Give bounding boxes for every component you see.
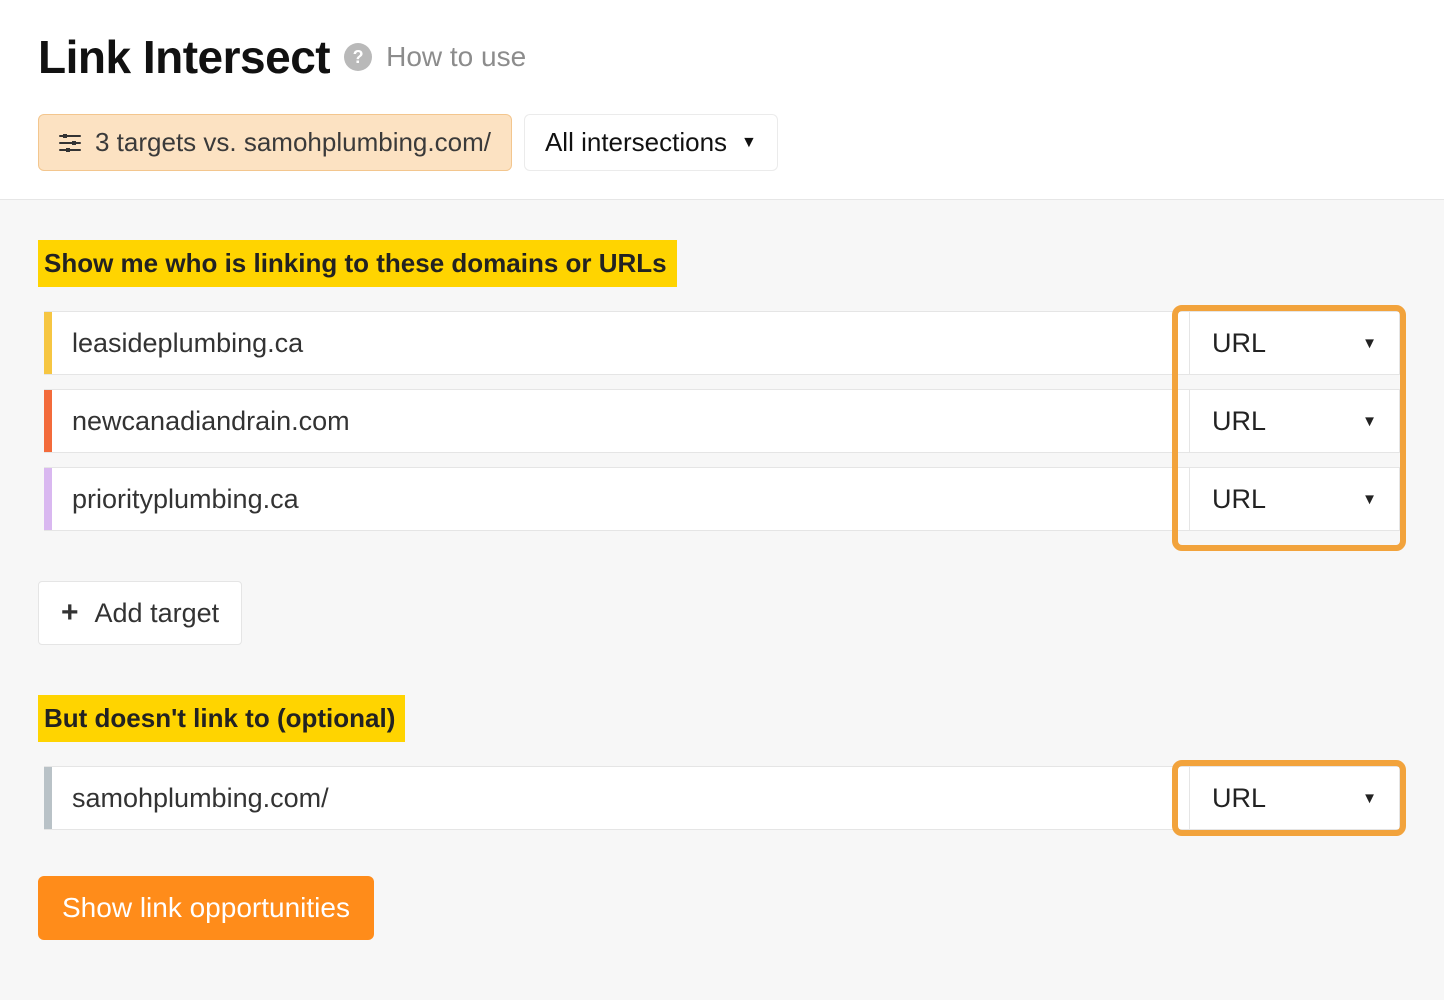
how-to-use-link[interactable]: How to use	[386, 41, 526, 73]
mode-dropdown[interactable]: URL ▼	[1189, 390, 1399, 452]
row-color-indicator	[44, 767, 52, 829]
row-color-indicator	[44, 312, 52, 374]
chevron-down-icon: ▼	[1362, 790, 1377, 807]
targets-chip-label: 3 targets vs. samohplumbing.com/	[95, 127, 491, 158]
mode-dropdown[interactable]: URL ▼	[1189, 767, 1399, 829]
page-title: Link Intersect	[38, 30, 330, 84]
chevron-down-icon: ▼	[1362, 413, 1377, 430]
chevron-down-icon: ▼	[1362, 335, 1377, 352]
targets-chip[interactable]: 3 targets vs. samohplumbing.com/	[38, 114, 512, 171]
chevron-down-icon: ▼	[1362, 491, 1377, 508]
plus-icon: +	[61, 596, 79, 630]
exclude-row: URL ▼	[44, 766, 1400, 830]
add-target-button[interactable]: + Add target	[38, 581, 242, 645]
target-row: URL ▼	[44, 311, 1400, 375]
row-color-indicator	[44, 468, 52, 530]
show-link-opportunities-button[interactable]: Show link opportunities	[38, 876, 374, 940]
target-row: URL ▼	[44, 467, 1400, 531]
mode-label: URL	[1212, 406, 1266, 437]
target-row: URL ▼	[44, 389, 1400, 453]
mode-dropdown[interactable]: URL ▼	[1189, 312, 1399, 374]
targets-list: URL ▼ URL ▼ URL ▼	[38, 305, 1406, 551]
target-input[interactable]	[52, 312, 1189, 374]
mode-dropdown[interactable]: URL ▼	[1189, 468, 1399, 530]
section-linking-label: Show me who is linking to these domains …	[38, 240, 677, 287]
row-color-indicator	[44, 390, 52, 452]
mode-label: URL	[1212, 484, 1266, 515]
exclude-input[interactable]	[52, 767, 1189, 829]
exclude-row-container: URL ▼	[38, 760, 1406, 836]
intersections-dropdown[interactable]: All intersections ▼	[524, 114, 778, 171]
mode-label: URL	[1212, 328, 1266, 359]
help-icon[interactable]: ?	[344, 43, 372, 71]
target-input[interactable]	[52, 468, 1189, 530]
target-input[interactable]	[52, 390, 1189, 452]
intersections-label: All intersections	[545, 127, 727, 158]
mode-label: URL	[1212, 783, 1266, 814]
section-exclude-label: But doesn't link to (optional)	[38, 695, 405, 742]
chevron-down-icon: ▼	[741, 134, 757, 152]
add-target-label: Add target	[95, 598, 220, 629]
sliders-icon	[59, 133, 81, 153]
